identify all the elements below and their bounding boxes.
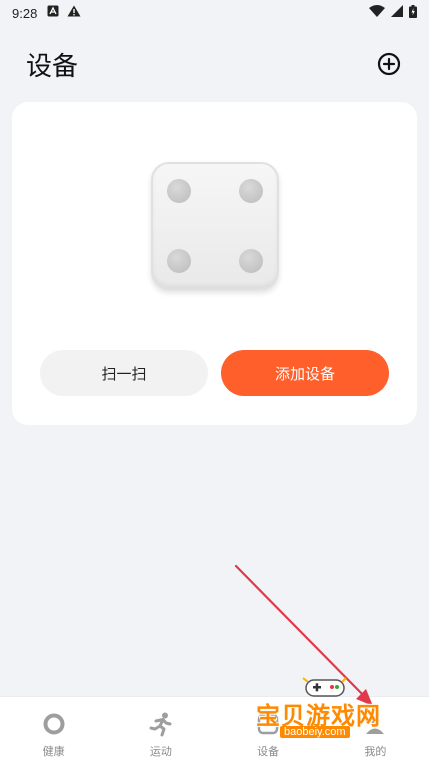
bottom-nav: 健康 运动 设备 我的	[0, 696, 429, 764]
scale-electrode	[167, 249, 191, 273]
page-title: 设备	[26, 51, 79, 82]
device-icon	[255, 711, 281, 737]
scale-electrode	[239, 179, 263, 203]
page-header: 设备	[0, 40, 429, 88]
health-ring-icon	[41, 711, 67, 737]
signal-icon	[391, 5, 403, 21]
nav-label: 我的	[364, 745, 387, 758]
nav-item-device[interactable]: 设备	[215, 697, 322, 764]
scan-button[interactable]: 扫一扫	[40, 350, 208, 396]
status-bar: 9:28	[0, 0, 429, 26]
nav-label: 健康	[42, 745, 65, 758]
device-card: 扫一扫 添加设备	[12, 102, 417, 425]
running-icon	[148, 711, 174, 737]
plus-circle-icon	[377, 52, 401, 76]
add-device-button[interactable]: 添加设备	[221, 350, 389, 396]
battery-icon	[409, 4, 417, 22]
nav-item-health[interactable]: 健康	[0, 697, 107, 764]
smart-scale-image	[151, 162, 279, 290]
app-notification-icon	[47, 5, 59, 21]
scale-electrode	[239, 249, 263, 273]
scale-electrode	[167, 179, 191, 203]
status-time: 9:28	[12, 5, 38, 21]
warning-icon	[67, 5, 81, 21]
nav-item-sport[interactable]: 运动	[107, 697, 214, 764]
nav-label: 运动	[149, 745, 172, 758]
profile-icon	[362, 711, 388, 737]
wifi-icon	[369, 5, 385, 21]
add-device-plus-button[interactable]	[375, 50, 403, 78]
nav-label: 设备	[257, 745, 280, 758]
nav-item-profile[interactable]: 我的	[322, 697, 429, 764]
